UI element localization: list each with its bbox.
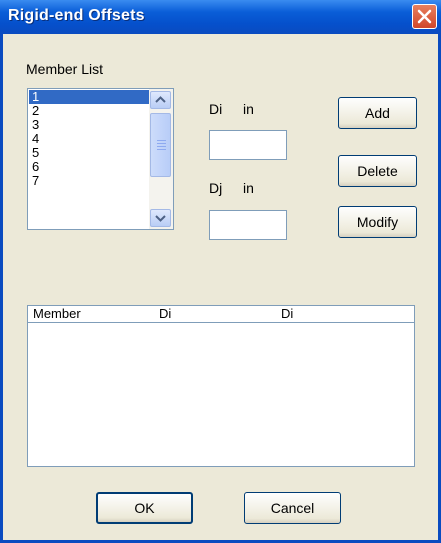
offsets-table[interactable]: Member Di Di [27,305,415,467]
close-icon [417,9,432,24]
title-bar[interactable]: Rigid-end Offsets [0,0,441,34]
cancel-button[interactable]: Cancel [244,492,341,524]
chevron-up-icon [151,92,170,108]
member-list-scrollbar[interactable] [149,89,173,229]
member-listbox[interactable]: 1 2 3 4 5 6 7 [27,88,174,230]
list-item[interactable]: 7 [29,174,149,188]
list-item[interactable]: 2 [29,104,149,118]
modify-button[interactable]: Modify [338,206,417,238]
di-label: Di [209,101,222,117]
thumb-grip [157,140,166,141]
member-list-label: Member List [26,61,103,77]
scroll-thumb[interactable] [150,113,171,177]
chevron-down-icon [151,210,170,226]
column-header-dj[interactable]: Di [281,306,293,322]
list-item[interactable]: 6 [29,160,149,174]
window-title: Rigid-end Offsets [8,7,145,25]
table-header: Member Di Di [28,306,414,323]
list-item[interactable]: 1 [29,90,149,104]
list-item[interactable]: 4 [29,132,149,146]
column-header-member[interactable]: Member [33,306,81,322]
dj-input[interactable] [209,210,287,240]
scroll-up-button[interactable] [150,91,171,109]
thumb-grip [157,149,166,150]
thumb-grip [157,143,166,144]
rigid-end-offsets-dialog: Rigid-end Offsets Member List 1 2 3 4 5 … [0,0,441,543]
column-header-di[interactable]: Di [159,306,171,322]
member-list-items: 1 2 3 4 5 6 7 [29,90,149,188]
di-input[interactable] [209,130,287,160]
window-frame-left [0,34,3,543]
close-button[interactable] [412,4,437,29]
list-item[interactable]: 3 [29,118,149,132]
dj-label: Dj [209,180,222,196]
scroll-down-button[interactable] [150,209,171,227]
add-button[interactable]: Add [338,97,417,129]
list-item[interactable]: 5 [29,146,149,160]
dj-unit-label: in [243,180,254,196]
delete-button[interactable]: Delete [338,155,417,187]
ok-button[interactable]: OK [96,492,193,524]
thumb-grip [157,146,166,147]
di-unit-label: in [243,101,254,117]
